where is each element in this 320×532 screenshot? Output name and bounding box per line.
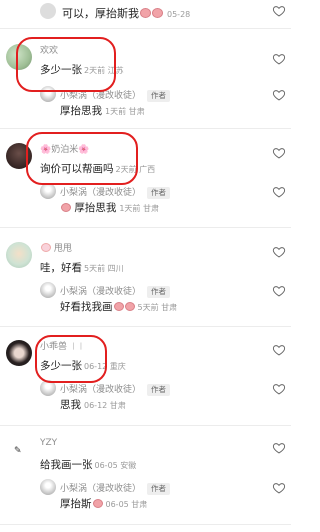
comment-username[interactable]: 欢欢 (40, 43, 58, 56)
like-heart-icon[interactable] (272, 481, 286, 495)
author-badge: 作者 (147, 90, 171, 102)
avatar[interactable] (40, 183, 56, 199)
flower-icon (41, 243, 51, 252)
comment-text[interactable]: 给我画一张 06-05 安徽 (40, 457, 136, 472)
divider (0, 28, 291, 29)
like-heart-icon[interactable] (272, 382, 286, 396)
reply-meta: 05-28 (167, 10, 191, 19)
avatar[interactable] (40, 282, 56, 298)
reply-text[interactable]: 好看找我画 5天前 甘肃 (60, 299, 177, 314)
like-heart-icon[interactable] (272, 88, 286, 102)
like-heart-icon[interactable] (272, 146, 286, 160)
reply-item: 小梨涡（漫改收徒） 作者 厚抬思我 1天前 甘肃 (40, 181, 270, 215)
comment-username[interactable]: 小乖兽 ㅣㅣ (40, 339, 85, 352)
reply-text: 可以，厚抬斯我 05-28 (62, 7, 191, 20)
emoji-icon (61, 203, 71, 212)
emoji-icon (140, 8, 151, 18)
comment-text[interactable]: 多少一张 2天前 江苏 (40, 62, 124, 77)
author-badge: 作者 (147, 286, 171, 298)
reply-username[interactable]: 小梨涡（漫改收徒） 作者 (60, 481, 171, 495)
author-badge: 作者 (147, 384, 171, 396)
like-heart-icon[interactable] (272, 245, 286, 259)
comment-text[interactable]: 哇，好看 5天前 四川 (40, 260, 124, 275)
avatar[interactable]: ✎ (6, 440, 32, 466)
avatar[interactable] (40, 479, 56, 495)
like-heart-icon[interactable] (272, 52, 286, 66)
like-heart-icon[interactable] (272, 441, 286, 455)
author-badge: 作者 (147, 187, 171, 199)
annotation-circle (26, 132, 138, 185)
reply-item: 小梨涡（漫改收徒） 作者 思我 06-12 甘肃 (40, 378, 270, 412)
author-badge: 作者 (147, 483, 171, 495)
comment-username[interactable]: 🌸奶泊米🌸 (40, 142, 89, 155)
reply-username[interactable]: 小梨涡（漫改收徒） 作者 (60, 382, 171, 396)
avatar[interactable] (6, 340, 32, 366)
comment-username[interactable]: YZY (40, 438, 57, 448)
avatar[interactable] (40, 86, 56, 102)
like-heart-icon[interactable] (272, 343, 286, 357)
reply-item: 小梨涡（漫改收徒） 作者 厚抬斯 06-05 甘肃 (40, 477, 270, 511)
divider (0, 326, 291, 327)
avatar[interactable] (6, 143, 32, 169)
reply-username[interactable]: 小梨涡（漫改收徒） 作者 (60, 284, 171, 298)
comment-text[interactable]: 多少一张 06-12 重庆 (40, 358, 126, 373)
like-heart-icon[interactable] (272, 284, 286, 298)
reply-item: 可以，厚抬斯我 05-28 (40, 0, 291, 24)
avatar[interactable] (40, 3, 56, 19)
like-heart-icon[interactable] (272, 185, 286, 199)
emoji-icon (152, 8, 163, 18)
reply-username[interactable]: 小梨涡（漫改收徒） 作者 (60, 88, 171, 102)
emoji-icon (124, 302, 135, 311)
divider (0, 128, 291, 129)
divider (0, 425, 291, 426)
divider (0, 524, 291, 525)
reply-text[interactable]: 厚抬思我 1天前 甘肃 (60, 103, 145, 118)
reply-username[interactable]: 小梨涡（漫改收徒） 作者 (60, 185, 171, 199)
avatar[interactable] (40, 380, 56, 396)
emoji-icon (113, 302, 124, 311)
reply-text[interactable]: 厚抬斯 06-05 甘肃 (60, 496, 147, 511)
comment-list: 可以，厚抬斯我 05-28 欢欢 多少一张 2天前 江苏 小梨涡（漫改收徒） 作者 厚… (0, 0, 291, 532)
rabbit-icon: ㅣㅣ (69, 342, 85, 351)
divider (0, 227, 291, 228)
avatar[interactable] (6, 242, 32, 268)
emoji-icon (92, 499, 103, 508)
reply-text[interactable]: 思我 06-12 甘肃 (60, 397, 126, 412)
reply-text[interactable]: 厚抬思我 1天前 甘肃 (60, 200, 159, 215)
reply-item: 小梨涡（漫改收徒） 作者 厚抬思我 1天前 甘肃 (40, 84, 270, 118)
reply-item: 小梨涡（漫改收徒） 作者 好看找我画 5天前 甘肃 (40, 280, 270, 314)
comment-username[interactable]: 甩甩 (40, 241, 72, 254)
like-heart-icon[interactable] (272, 4, 286, 18)
comment-text[interactable]: 询价可以帮画吗 2天前 广西 (40, 161, 155, 176)
avatar[interactable] (6, 44, 32, 70)
